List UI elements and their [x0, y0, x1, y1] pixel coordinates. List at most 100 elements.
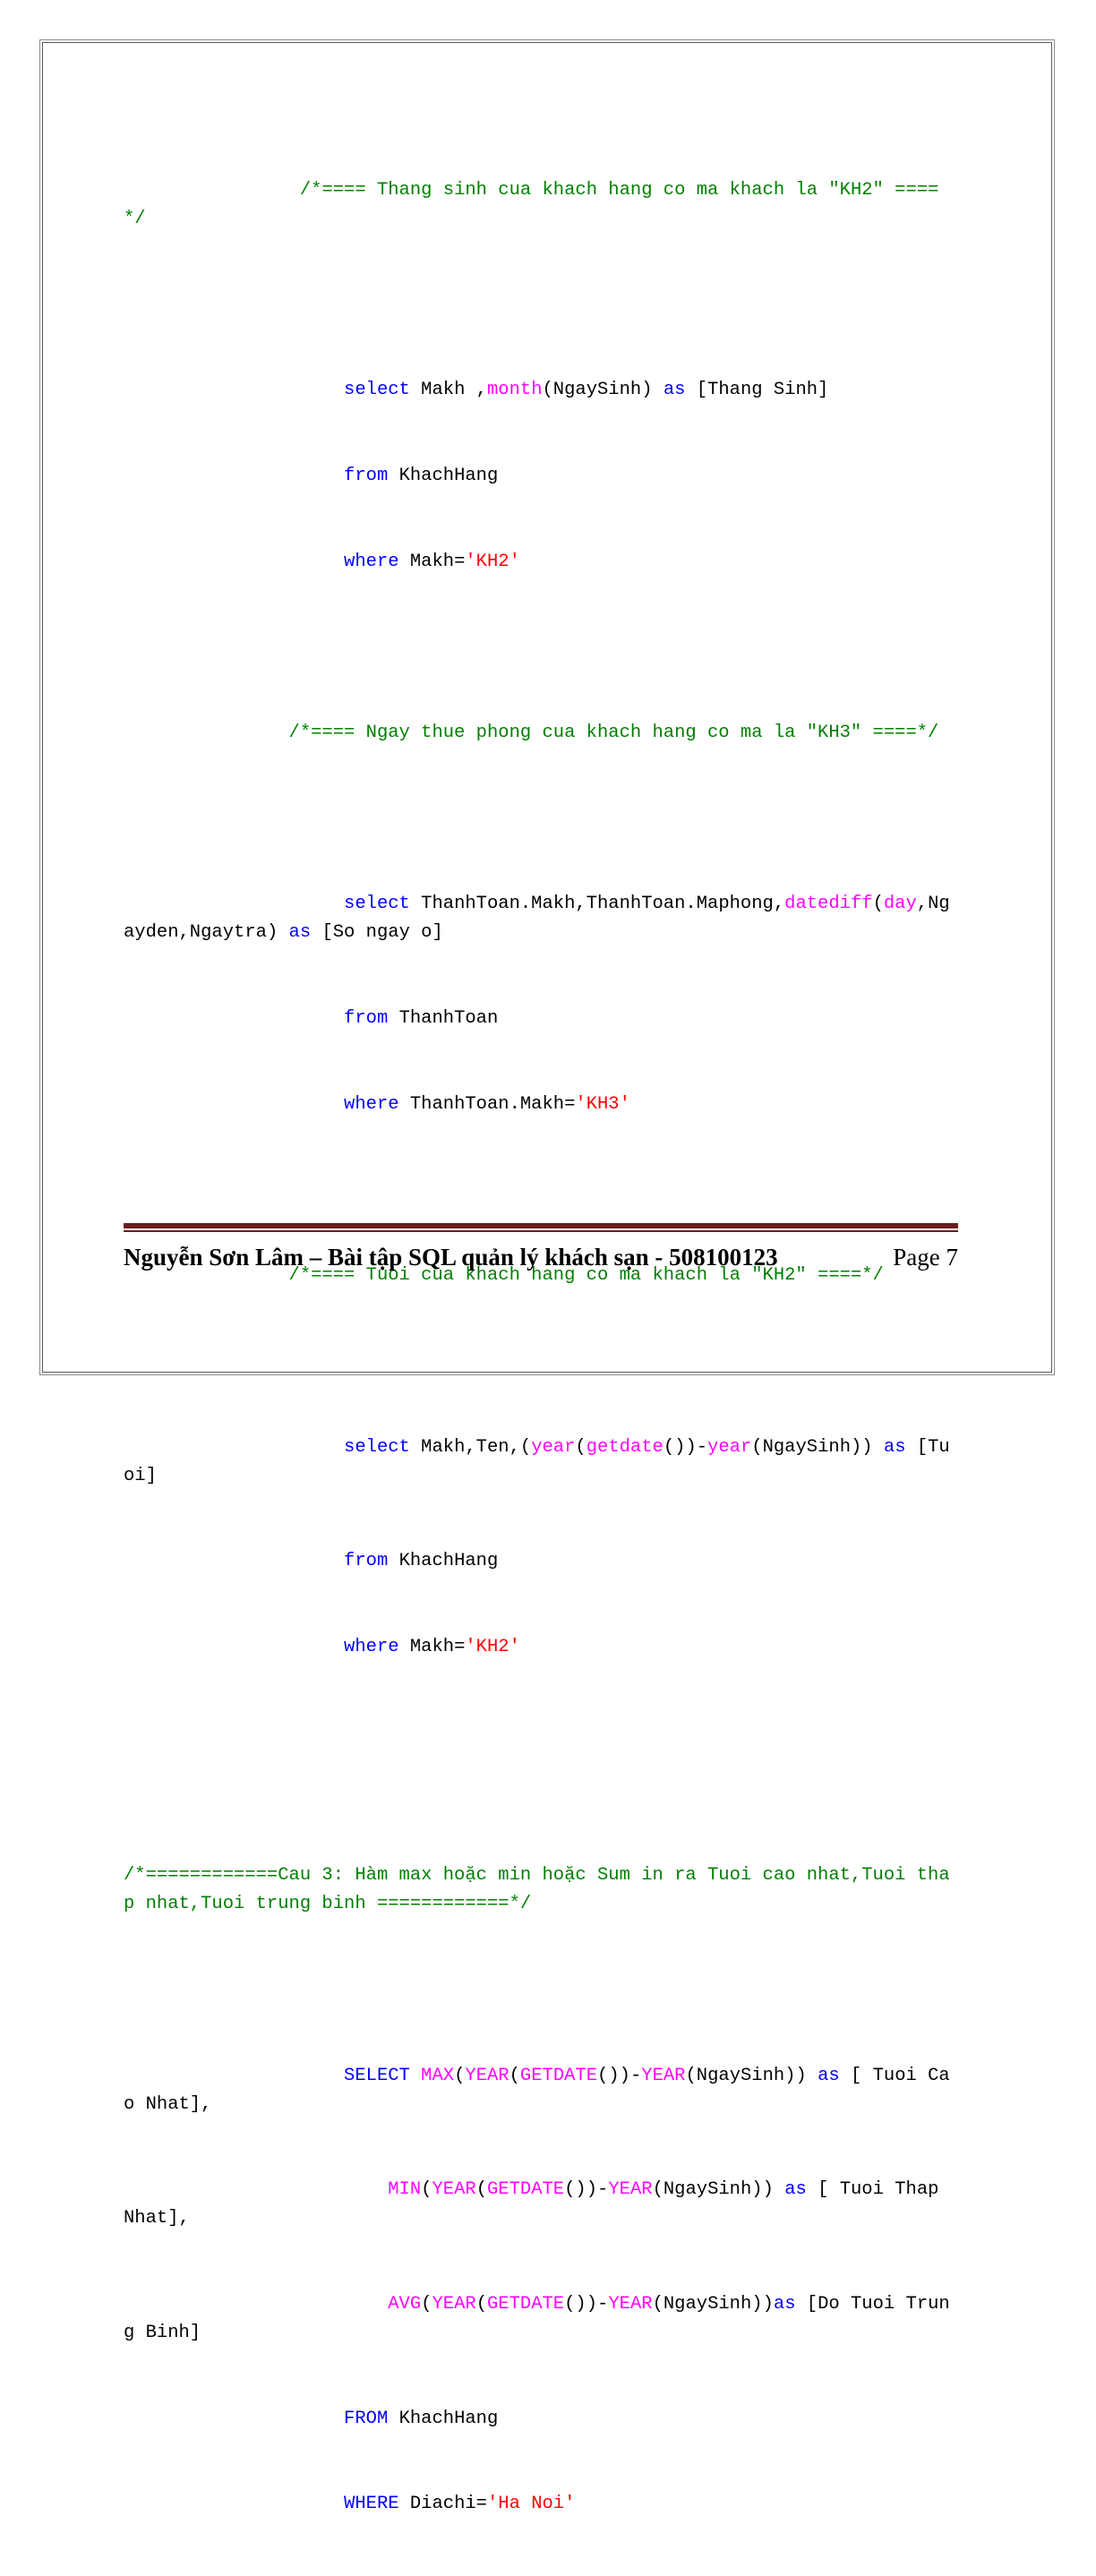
function-month: month [486, 380, 543, 401]
where-expr: Makh= [398, 1636, 466, 1657]
function-datediff: datediff [784, 894, 873, 915]
argument-day: day [883, 894, 917, 915]
year-args: (NgaySinh)) [685, 2065, 818, 2086]
sql-block-ngay-thue-phong: /*==== Ngay thue phong cua khach hang co… [124, 662, 958, 1176]
paren-open-2: ( [475, 2179, 487, 2201]
function-year-outer: YEAR [465, 2065, 509, 2086]
function-max: MAX [421, 2065, 455, 2086]
where-expr: Makh= [398, 551, 466, 572]
string-literal-kh2: 'KH2' [465, 1636, 520, 1657]
keyword-as: as [818, 2065, 840, 2086]
paren-open: ( [575, 1436, 587, 1458]
block-spacer-1 [124, 633, 958, 662]
keyword-from: from [344, 1551, 389, 1572]
function-getdate: getdate [586, 1436, 664, 1458]
month-args: (NgaySinh) [542, 380, 664, 401]
keyword-where: where [344, 551, 399, 572]
page-footer: Nguyễn Sơn Lâm – Bài tập SQL quản lý khá… [124, 1223, 958, 1271]
function-getdate: GETDATE [487, 2179, 565, 2201]
comment-ngay-thue-phong: /*==== Ngay thue phong cua khach hang co… [124, 723, 939, 743]
where-expr: Diachi= [398, 2494, 487, 2515]
statement-min-tuoi: MIN(YEAR(GETDATE())-YEAR(NgaySinh)) as [… [124, 2176, 958, 2233]
statement-where-kh2-2: where Makh='KH2' [124, 1633, 958, 1662]
statement-select-tuoi: select Makh,Ten,(year(getdate())-year(Ng… [124, 1433, 958, 1491]
year-args: (NgaySinh)) [652, 2179, 785, 2201]
paren-open-2: ( [475, 2294, 487, 2315]
paren-open: ( [421, 2179, 432, 2201]
keyword-as: as [784, 2179, 807, 2201]
paren-open: ( [454, 2065, 466, 2086]
from-table: ThanhToan [388, 1008, 499, 1030]
function-getdate: GETDATE [519, 2065, 598, 2086]
function-year-1: year [531, 1436, 576, 1458]
function-year-inner: YEAR [608, 2179, 653, 2201]
sql-block-thang-sinh: /*==== Thang sinh cua khach hang co ma k… [124, 119, 958, 633]
keyword-as: as [288, 922, 312, 944]
statement-where-kh2-1: where Makh='KH2' [124, 548, 958, 577]
string-literal-kh3: 'KH3' [575, 1093, 630, 1115]
statement-from-thanhtoan: from ThanhToan [124, 1005, 958, 1033]
statement-avg-tuoi: AVG(YEAR(GETDATE())-YEAR(NgaySinh))as [D… [124, 2290, 958, 2348]
paren-close: ) [266, 922, 289, 944]
where-expr: ThanhToan.Makh= [398, 1093, 576, 1115]
alias-thang-sinh: [Thang Sinh] [685, 380, 829, 401]
alias-so-ngay-o: [So ngay o] [311, 922, 443, 944]
from-table: KhachHang [388, 2408, 499, 2429]
statement-from-khachhang-2: from KhachHang [124, 1547, 958, 1576]
from-table: KhachHang [388, 465, 499, 486]
select-columns: Makh,Ten,( [409, 1436, 532, 1458]
statement-from-khachhang-1: from KhachHang [124, 462, 958, 491]
document-content: /*==== Thang sinh cua khach hang co ma k… [124, 119, 958, 2576]
keyword-as: as [663, 380, 686, 401]
function-year-outer: YEAR [432, 2179, 476, 2201]
keyword-from: from [344, 465, 389, 486]
keyword-select: select [344, 380, 410, 401]
string-literal-ha-noi: 'Ha Noi' [486, 2494, 576, 2515]
getdate-close: ())- [564, 2179, 609, 2201]
statement-select-so-ngay-o: select ThanhToan.Makh,ThanhToan.Maphong,… [124, 890, 958, 947]
from-table: KhachHang [388, 1551, 499, 1572]
keyword-from: FROM [344, 2408, 389, 2429]
page-number: Page 7 [893, 1244, 958, 1271]
footer-author-title: Nguyễn Sơn Lâm – Bài tập SQL quản lý khá… [124, 1244, 778, 1271]
function-year-2: year [707, 1436, 752, 1458]
keyword-where: where [344, 1093, 399, 1115]
sql-block-cau-3: /*============Cau 3: Hàm max hoặc min ho… [124, 1805, 958, 2576]
keyword-where: WHERE [344, 2494, 399, 2515]
function-avg: AVG [388, 2294, 422, 2315]
keyword-select: select [344, 894, 410, 915]
keyword-from: from [344, 1008, 389, 1030]
function-year-inner: YEAR [641, 2065, 686, 2086]
string-literal-kh2: 'KH2' [465, 551, 520, 572]
block-spacer-3 [124, 1719, 958, 1805]
function-min: MIN [388, 2179, 422, 2201]
statement-where-ha-noi: WHERE Diachi='Ha Noi' [124, 2490, 958, 2519]
function-year-outer: YEAR [432, 2294, 476, 2315]
statement-select-max-tuoi: SELECT MAX(YEAR(GETDATE())-YEAR(NgaySinh… [124, 2062, 958, 2119]
footer-row: Nguyễn Sơn Lâm – Bài tập SQL quản lý khá… [124, 1244, 958, 1271]
getdate-close: ())- [597, 2065, 642, 2086]
paren-open-2: ( [509, 2065, 520, 2086]
year-args: (NgaySinh)) [751, 1436, 884, 1458]
block-spacer-2 [124, 1176, 958, 1204]
keyword-as: as [883, 1436, 906, 1458]
function-year-inner: YEAR [608, 2294, 653, 2315]
keyword-where: where [344, 1636, 399, 1657]
